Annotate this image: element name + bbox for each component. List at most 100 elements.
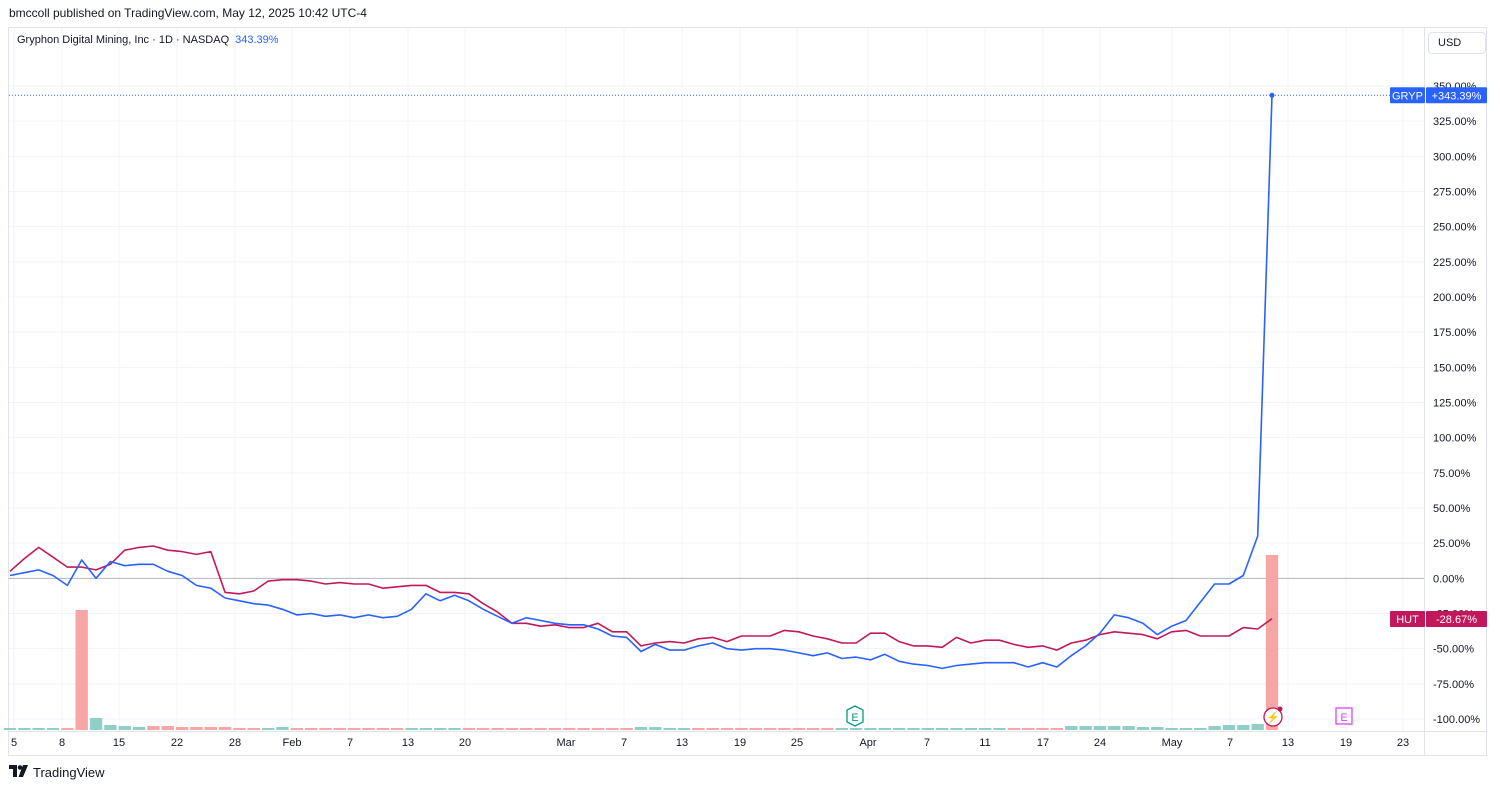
x-tick-label: 13	[1282, 737, 1294, 749]
y-tick-label: 200.00%	[1433, 292, 1477, 304]
x-tick-label: 19	[1340, 737, 1352, 749]
x-tick-label: 24	[1094, 737, 1106, 749]
currency-button[interactable]: USD	[1428, 32, 1486, 54]
volume-bar	[118, 726, 131, 730]
gryp-price-label[interactable]: GRYP +343.39%	[1390, 87, 1487, 104]
volume-bar	[1050, 728, 1064, 730]
volume-bar	[563, 728, 576, 730]
volume-bar	[462, 728, 476, 730]
volume-bar	[1251, 724, 1264, 730]
volume-bar	[1093, 726, 1107, 730]
volume-bar	[1194, 728, 1207, 730]
volume-bar	[649, 727, 662, 730]
volume-bar	[46, 728, 60, 730]
x-tick-label: 11	[979, 737, 990, 749]
volume-bar	[491, 728, 504, 730]
series-symbol-text: GRYP	[1392, 90, 1423, 102]
y-tick-label: 0.00%	[1433, 573, 1464, 585]
hut-series-line	[9, 545, 1273, 651]
earnings-marker[interactable]: E	[846, 705, 864, 727]
y-tick-label: 175.00%	[1433, 327, 1477, 339]
volume-bar	[763, 728, 777, 730]
volume-bar	[964, 728, 978, 730]
volume-bar	[376, 728, 390, 730]
volume-bar	[634, 727, 648, 730]
tradingview-brand[interactable]: TradingView	[9, 765, 105, 780]
x-tick-label: 5	[11, 737, 17, 749]
volume-bar	[1122, 726, 1135, 730]
x-tick-label: 15	[113, 737, 125, 749]
x-tick-label: 25	[791, 737, 803, 749]
hut-price-label[interactable]: HUT -28.67%	[1390, 611, 1487, 627]
x-tick-label: 23	[1397, 737, 1409, 749]
event-marker-symbol: E	[1340, 712, 1347, 724]
gryp-last-point	[1269, 92, 1275, 98]
volume-bar	[1036, 728, 1049, 730]
brand-name: TradingView	[33, 765, 105, 780]
series-symbol-text: HUT	[1396, 614, 1419, 626]
y-tick-label: 250.00%	[1433, 222, 1477, 234]
volume-bar	[878, 728, 891, 730]
volume-bar	[1007, 728, 1021, 730]
y-tick-label: 325.00%	[1433, 116, 1477, 128]
volume-bar	[261, 728, 275, 730]
x-tick-label: 28	[229, 737, 241, 749]
gryp-series-line	[9, 95, 1273, 670]
volume-bar	[276, 727, 289, 730]
x-tick-label: Feb	[283, 737, 302, 749]
y-tick-label: 50.00%	[1433, 503, 1471, 515]
y-tick-label: -75.00%	[1433, 679, 1474, 691]
volume-bar	[477, 728, 490, 730]
volume-bar	[792, 728, 805, 730]
volume-bar	[405, 728, 418, 730]
volume-bar	[921, 728, 934, 730]
volume-bar	[18, 728, 31, 730]
volume-bar	[1237, 725, 1250, 730]
volume-bar	[692, 728, 705, 730]
volume-bar	[1022, 728, 1035, 730]
volume-bar	[32, 728, 45, 730]
x-tick-label: 7	[621, 737, 627, 749]
event-marker-symbol: E	[851, 712, 858, 724]
x-tick-label: 8	[59, 737, 65, 749]
volume-bar	[735, 728, 748, 730]
volume-bar	[348, 728, 361, 730]
volume-bar	[821, 728, 834, 730]
volume-bar	[419, 728, 433, 730]
volume-bar	[204, 727, 217, 730]
y-tick-label: 100.00%	[1433, 433, 1477, 445]
series-value-text: -28.67%	[1436, 614, 1477, 626]
volume-bar	[233, 728, 246, 730]
tradingview-logo-icon	[9, 765, 29, 780]
volume-bar	[304, 728, 318, 730]
y-tick-label: -100.00%	[1433, 714, 1480, 726]
volume-bar	[61, 728, 74, 730]
volume-bar	[1222, 725, 1236, 730]
volume-bar	[979, 728, 992, 730]
chart-canvas[interactable]: 350.00%325.00%300.00%275.00%250.00%225.0…	[0, 0, 1500, 790]
volume-bar	[1108, 726, 1121, 730]
volume-bar	[505, 728, 519, 730]
y-tick-label: 300.00%	[1433, 151, 1477, 163]
x-tick-label: 13	[402, 737, 414, 749]
volume-bar	[175, 727, 189, 730]
volume-bar	[935, 728, 949, 730]
x-tick-label: 19	[734, 737, 746, 749]
x-tick-label: 7	[924, 737, 930, 749]
earnings-marker-upcoming[interactable]: E	[1335, 707, 1353, 725]
volume-bar	[1208, 726, 1221, 730]
volume-bar	[1165, 728, 1178, 730]
volume-bar	[147, 726, 160, 730]
y-tick-label: -50.00%	[1433, 644, 1474, 656]
symbol-title[interactable]: Gryphon Digital Mining, Inc · 1D · NASDA…	[17, 34, 229, 46]
volume-bar	[333, 728, 347, 730]
volume-bar	[161, 726, 174, 730]
volume-bar	[663, 728, 676, 730]
volume-bar	[1136, 727, 1150, 730]
volume-bar	[434, 728, 447, 730]
volume-bar	[849, 728, 863, 730]
volume-bar	[218, 727, 232, 730]
chart-legend: Gryphon Digital Mining, Inc · 1D · NASDA…	[17, 34, 279, 46]
volume-bar	[835, 728, 848, 730]
y-tick-label: 75.00%	[1433, 468, 1471, 480]
